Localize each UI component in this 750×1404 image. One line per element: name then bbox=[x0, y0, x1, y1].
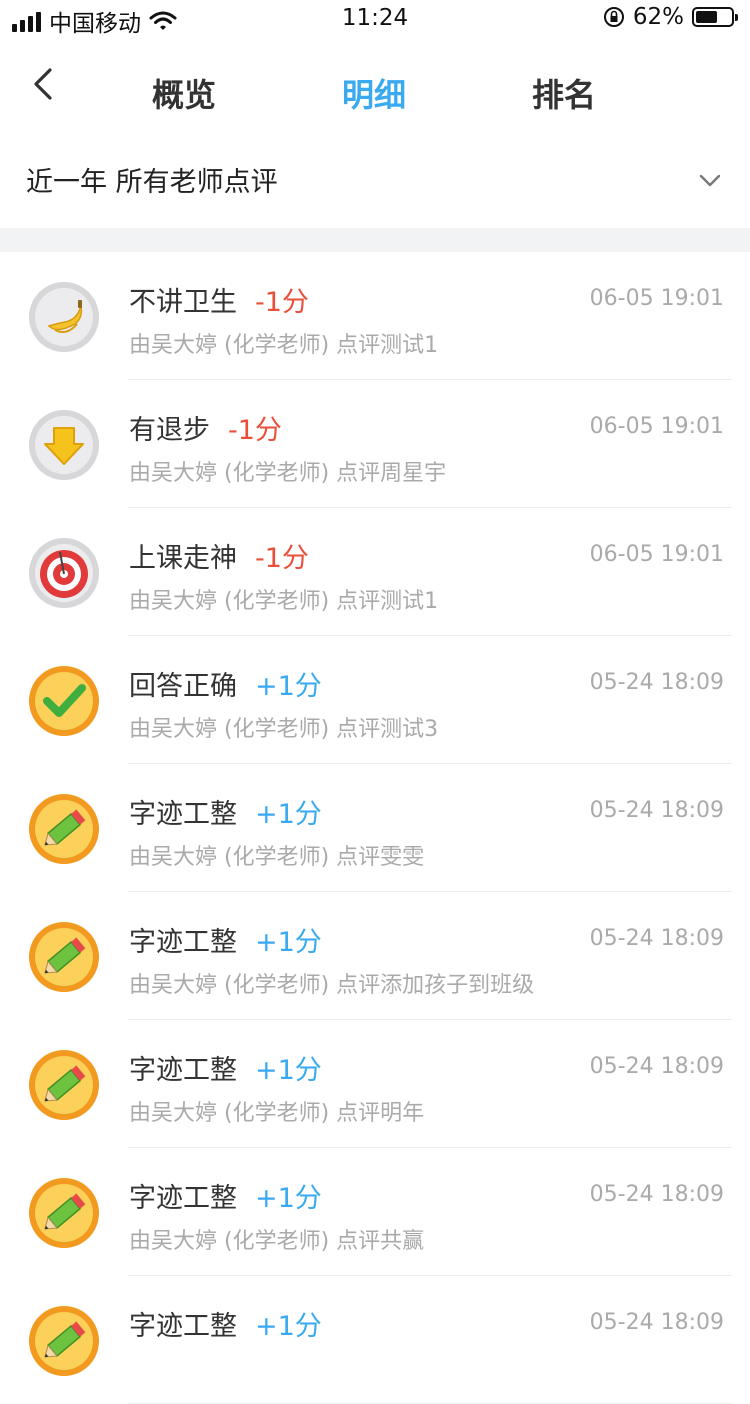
record-title-row: 回答正确 +1分 bbox=[129, 664, 322, 703]
record-title-row: 字迹工整 +1分 bbox=[129, 1176, 322, 1215]
record-list: 不讲卫生 -1分 06-05 19:01 由吴大婷 (化学老师) 点评测试1 有退步 -1… bbox=[0, 252, 750, 1404]
record-title: 字迹工整 bbox=[129, 1311, 237, 1342]
record-title: 字迹工整 bbox=[129, 799, 237, 830]
pencil-icon bbox=[29, 1178, 99, 1248]
record-subtitle: 由吴大婷 (化学老师) 点评添加孩子到班级 bbox=[129, 973, 535, 998]
record-score: -1分 bbox=[255, 543, 309, 574]
nav-bar: 概览 明细 排名 bbox=[0, 44, 750, 136]
pencil-icon bbox=[29, 922, 99, 992]
record-time: 05-24 18:09 bbox=[589, 1310, 724, 1335]
record-time: 05-24 18:09 bbox=[589, 670, 724, 695]
record-time: 05-24 18:09 bbox=[589, 926, 724, 951]
battery-percent: 62% bbox=[632, 4, 684, 30]
record-score: +1分 bbox=[255, 1055, 322, 1086]
chevron-down-icon bbox=[699, 174, 721, 187]
filter-label: 近一年 所有老师点评 bbox=[26, 167, 278, 198]
record-subtitle: 由吴大婷 (化学老师) 点评雯雯 bbox=[129, 845, 425, 870]
list-item[interactable]: 字迹工整 +1分 05-24 18:09 bbox=[0, 1276, 750, 1404]
record-title: 字迹工整 bbox=[129, 1183, 237, 1214]
list-item[interactable]: 字迹工整 +1分 05-24 18:09 由吴大婷 (化学老师) 点评添加孩子到班级 bbox=[0, 892, 750, 1020]
filter-dropdown[interactable]: 近一年 所有老师点评 bbox=[0, 136, 750, 226]
pencil-icon bbox=[29, 1306, 99, 1376]
record-title: 回答正确 bbox=[129, 671, 237, 702]
record-title-row: 有退步 -1分 bbox=[129, 408, 282, 447]
list-item[interactable]: 上课走神 -1分 06-05 19:01 由吴大婷 (化学老师) 点评测试1 bbox=[0, 508, 750, 636]
checkmark-icon bbox=[29, 666, 99, 736]
banana-icon bbox=[29, 282, 99, 352]
record-title: 字迹工整 bbox=[129, 927, 237, 958]
down-arrow-icon bbox=[29, 410, 99, 480]
record-time: 05-24 18:09 bbox=[589, 1054, 724, 1079]
record-title-row: 不讲卫生 -1分 bbox=[129, 280, 309, 319]
record-subtitle: 由吴大婷 (化学老师) 点评明年 bbox=[129, 1101, 425, 1126]
record-time: 06-05 19:01 bbox=[589, 414, 724, 439]
record-score: -1分 bbox=[255, 287, 309, 318]
record-time: 06-05 19:01 bbox=[589, 286, 724, 311]
status-bar: 中国移动 11:24 62% bbox=[0, 0, 750, 40]
pencil-icon bbox=[29, 1050, 99, 1120]
record-score: +1分 bbox=[255, 799, 322, 830]
record-subtitle: 由吴大婷 (化学老师) 点评周星宇 bbox=[129, 461, 447, 486]
record-score: +1分 bbox=[255, 1183, 322, 1214]
record-score: -1分 bbox=[228, 415, 282, 446]
record-subtitle: 由吴大婷 (化学老师) 点评测试3 bbox=[129, 717, 439, 742]
tab-overview[interactable]: 概览 bbox=[152, 70, 216, 116]
record-subtitle: 由吴大婷 (化学老师) 点评测试1 bbox=[129, 589, 439, 614]
record-title-row: 字迹工整 +1分 bbox=[129, 920, 322, 959]
battery-icon bbox=[692, 7, 738, 27]
list-item[interactable]: 回答正确 +1分 05-24 18:09 由吴大婷 (化学老师) 点评测试3 bbox=[0, 636, 750, 764]
record-title: 有退步 bbox=[129, 415, 210, 446]
back-arrow-icon[interactable] bbox=[30, 64, 58, 104]
record-title: 上课走神 bbox=[129, 543, 237, 574]
target-icon bbox=[29, 538, 99, 608]
tab-detail[interactable]: 明细 bbox=[342, 70, 406, 116]
record-subtitle: 由吴大婷 (化学老师) 点评共赢 bbox=[129, 1229, 425, 1254]
record-subtitle: 由吴大婷 (化学老师) 点评测试1 bbox=[129, 333, 439, 358]
record-score: +1分 bbox=[255, 671, 322, 702]
tab-ranking[interactable]: 排名 bbox=[532, 70, 596, 116]
record-title-row: 字迹工整 +1分 bbox=[129, 792, 322, 831]
record-title: 字迹工整 bbox=[129, 1055, 237, 1086]
record-score: +1分 bbox=[255, 927, 322, 958]
record-time: 05-24 18:09 bbox=[589, 798, 724, 823]
list-item[interactable]: 字迹工整 +1分 05-24 18:09 由吴大婷 (化学老师) 点评雯雯 bbox=[0, 764, 750, 892]
record-time: 05-24 18:09 bbox=[589, 1182, 724, 1207]
record-title-row: 上课走神 -1分 bbox=[129, 536, 309, 575]
record-time: 06-05 19:01 bbox=[589, 542, 724, 567]
section-divider bbox=[0, 228, 750, 252]
list-item[interactable]: 字迹工整 +1分 05-24 18:09 由吴大婷 (化学老师) 点评共赢 bbox=[0, 1148, 750, 1276]
list-item[interactable]: 有退步 -1分 06-05 19:01 由吴大婷 (化学老师) 点评周星宇 bbox=[0, 380, 750, 508]
record-title: 不讲卫生 bbox=[129, 287, 237, 318]
record-score: +1分 bbox=[255, 1311, 322, 1342]
orientation-lock-icon bbox=[603, 7, 624, 27]
list-item[interactable]: 不讲卫生 -1分 06-05 19:01 由吴大婷 (化学老师) 点评测试1 bbox=[0, 252, 750, 380]
pencil-icon bbox=[29, 794, 99, 864]
record-title-row: 字迹工整 +1分 bbox=[129, 1304, 322, 1343]
record-title-row: 字迹工整 +1分 bbox=[129, 1048, 322, 1087]
list-item[interactable]: 字迹工整 +1分 05-24 18:09 由吴大婷 (化学老师) 点评明年 bbox=[0, 1020, 750, 1148]
